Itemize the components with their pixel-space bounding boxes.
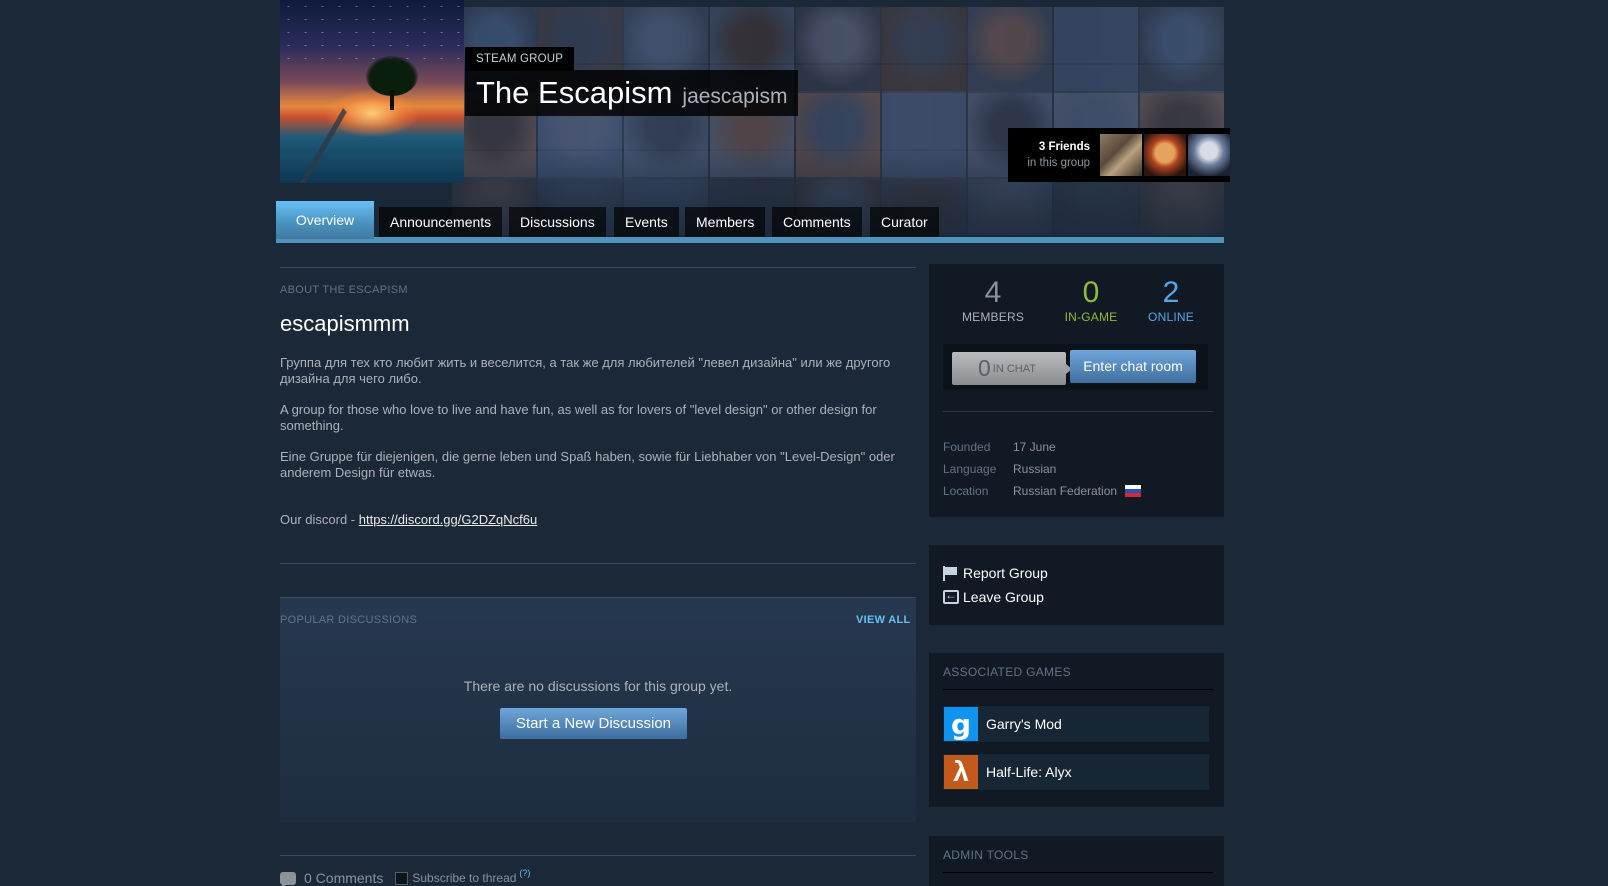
comment-icon: [280, 871, 296, 886]
game-name: Garry's Mod: [986, 716, 1062, 732]
language-label: Language: [943, 462, 997, 476]
game-row-half-life-alyx[interactable]: λ Half-Life: Alyx: [943, 754, 1209, 790]
header-tile: [1054, 7, 1138, 91]
half-life-alyx-icon: λ: [944, 755, 978, 789]
no-discussions-message: There are no discussions for this group …: [463, 678, 733, 694]
admin-divider: [943, 872, 1213, 873]
group-abbreviation: jaescapism: [682, 85, 788, 108]
games-divider: [943, 689, 1213, 690]
location-value: Russian Federation: [1013, 484, 1118, 498]
start-discussion-button[interactable]: Start a New Discussion: [500, 708, 687, 739]
header-tile: [796, 7, 880, 91]
language-value: Russian: [1013, 462, 1057, 476]
friend-avatar[interactable]: [1144, 134, 1186, 176]
popular-discussions-label: POPULAR DISCUSSIONS: [280, 614, 418, 626]
founded-row: Founded 17 June: [943, 436, 1141, 458]
chat-box: 0 IN CHAT Enter chat room: [943, 344, 1208, 390]
group-summary-title: escapismmm: [280, 311, 410, 336]
friend-avatar[interactable]: [1100, 134, 1142, 176]
founded-value: 17 June: [1013, 440, 1056, 454]
garrys-mod-icon: g: [944, 707, 978, 741]
steam-group-label: STEAM GROUP: [465, 47, 575, 71]
tab-members[interactable]: Members: [685, 207, 766, 237]
members-count: 4: [984, 276, 1002, 309]
steam-group-page: STEAM GROUP The Escapism jaescapism 3 Fr…: [0, 0, 1608, 886]
ingame-count: 0: [1082, 276, 1100, 309]
tab-discussions[interactable]: Discussions: [509, 207, 606, 237]
location-label: Location: [943, 484, 989, 498]
subscribe-help-link[interactable]: (?): [519, 868, 530, 878]
in-chat-label: IN CHAT: [992, 362, 1036, 375]
header-tile: [1140, 7, 1224, 91]
online-label: ONLINE: [1148, 310, 1194, 324]
tab-comments[interactable]: Comments: [772, 207, 862, 237]
report-flag-icon: [943, 566, 959, 581]
summary-paragraph-ru: Группа для тех кто любит жить и веселитс…: [280, 355, 891, 386]
members-label: MEMBERS: [961, 310, 1025, 324]
admin-tools-panel: ADMIN TOOLS: [929, 836, 1224, 886]
subscribe-label[interactable]: Subscribe to thread: [412, 871, 516, 885]
group-actions-panel: Report Group Leave Group: [929, 545, 1224, 625]
online-count: 2: [1162, 276, 1180, 309]
comments-row: 0 Comments Subscribe to thread (?): [280, 868, 530, 886]
ingame-label: IN-GAME: [1064, 310, 1118, 324]
associated-games-panel: ASSOCIATED GAMES g Garry's Mod λ Half-Li…: [929, 653, 1224, 807]
tab-events[interactable]: Events: [614, 207, 679, 237]
report-group-label: Report Group: [963, 565, 1048, 581]
location-row: Location Russian Federation: [943, 480, 1142, 502]
friends-in-group[interactable]: 3 Friends in this group: [1008, 128, 1230, 182]
discussions-top-rule: [280, 597, 916, 598]
stats-divider: [943, 411, 1213, 412]
leave-group-label: Leave Group: [963, 589, 1044, 605]
stat-online[interactable]: 2 ONLINE: [1139, 276, 1203, 324]
friends-sub-label: in this group: [1027, 157, 1090, 169]
summary-paragraph-de: Eine Gruppe für diejenigen, die gerne le…: [280, 449, 895, 480]
discord-prefix: Our discord -: [280, 512, 359, 527]
group-name: The Escapism: [476, 75, 673, 110]
comments-count[interactable]: 0 Comments: [304, 870, 383, 886]
game-name: Half-Life: Alyx: [986, 764, 1072, 780]
group-title-box: The Escapism jaescapism: [465, 70, 799, 116]
discord-line: Our discord - https://discord.gg/G2DZqNc…: [280, 512, 916, 528]
tab-announcements[interactable]: Announcements: [379, 207, 503, 237]
discord-link[interactable]: https://discord.gg/G2DZqNcf6u: [359, 512, 537, 527]
stat-ingame[interactable]: 0 IN-GAME: [1059, 276, 1123, 324]
friends-count: 3 Friends: [1038, 141, 1090, 153]
group-summary: Группа для тех кто любит жить и веселитс…: [280, 355, 916, 543]
header-tile: [882, 7, 966, 91]
founded-label: Founded: [943, 440, 991, 454]
friend-avatar[interactable]: [1188, 134, 1230, 176]
group-stats-panel: 4 MEMBERS 0 IN-GAME 2 ONLINE 0 IN CHAT E…: [929, 264, 1224, 517]
tab-bar-underline: [276, 237, 1224, 243]
enter-chat-room-button[interactable]: Enter chat room: [1070, 350, 1196, 383]
stat-members[interactable]: 4 MEMBERS: [961, 276, 1025, 324]
leave-icon: [943, 588, 959, 604]
group-avatar: [280, 0, 464, 183]
language-row: Language Russian: [943, 458, 1141, 480]
header-tile: [968, 7, 1052, 91]
tab-overview[interactable]: Overview: [276, 201, 374, 239]
leave-group-link[interactable]: Leave Group: [943, 588, 1044, 605]
associated-games-title: ASSOCIATED GAMES: [943, 665, 1071, 679]
report-group-link[interactable]: Report Group: [943, 565, 1048, 581]
about-section-label: ABOUT THE ESCAPISM: [280, 284, 408, 296]
tab-curator[interactable]: Curator: [870, 207, 939, 237]
about-top-rule: [280, 267, 916, 268]
subscribe-checkbox[interactable]: [395, 871, 409, 885]
game-row-garrys-mod[interactable]: g Garry's Mod: [943, 706, 1209, 742]
summary-paragraph-en: A group for those who love to live and h…: [280, 402, 877, 433]
about-bottom-rule: [280, 563, 916, 564]
group-info: Founded 17 June Language Russian Locatio…: [943, 436, 1142, 502]
admin-tools-title: ADMIN TOOLS: [943, 848, 1029, 862]
in-chat-count: 0: [978, 355, 991, 381]
view-all-link[interactable]: VIEW ALL: [856, 614, 911, 626]
russia-flag-icon: [1125, 485, 1142, 497]
in-chat-counter: 0 IN CHAT: [952, 352, 1072, 385]
comments-top-rule: [280, 855, 916, 856]
